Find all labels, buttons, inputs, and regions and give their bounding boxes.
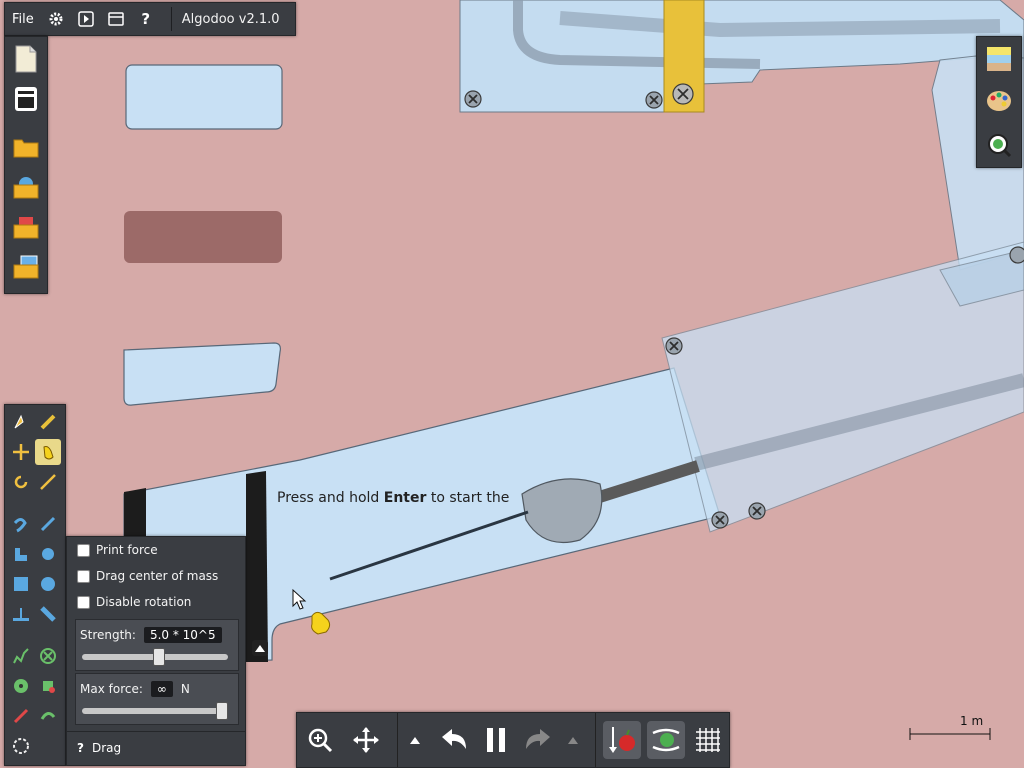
drag-hand-cursor xyxy=(311,611,331,635)
max-force-slider[interactable] xyxy=(82,702,228,720)
drag-center-of-mass-option[interactable]: Drag center of mass xyxy=(77,569,218,583)
help-icon[interactable]: ? xyxy=(77,741,84,755)
undo-icon[interactable] xyxy=(435,721,473,759)
max-force-value[interactable]: ∞ xyxy=(150,681,173,697)
scene-hint-text: Press and hold Enter to start the xyxy=(277,490,509,506)
sketch-tool-icon[interactable] xyxy=(8,409,34,435)
pan-icon[interactable] xyxy=(347,721,385,759)
polygon-tool-icon[interactable] xyxy=(8,541,34,567)
max-force-label: Max force: xyxy=(80,682,143,696)
tool-name-row: ? Drag xyxy=(77,741,121,755)
spring-tool-icon[interactable] xyxy=(8,643,34,669)
print-force-label: Print force xyxy=(96,543,158,557)
background-icon[interactable] xyxy=(984,43,1014,75)
grid-icon[interactable] xyxy=(689,721,727,759)
tool-name-label: Drag xyxy=(91,741,122,755)
brown-block[interactable] xyxy=(124,211,282,263)
app-title: Algodoo v2.1.0 xyxy=(181,11,280,27)
max-force-unit: N xyxy=(180,682,190,696)
menu-separator xyxy=(170,7,172,31)
zoom-icon[interactable] xyxy=(301,721,339,759)
window-icon[interactable] xyxy=(105,8,127,30)
toolbar-separator xyxy=(397,713,398,767)
circle-tool-icon[interactable] xyxy=(35,571,61,597)
chain-tool-icon[interactable] xyxy=(35,601,61,627)
tool-toolbar xyxy=(4,404,66,766)
print-force-checkbox[interactable] xyxy=(77,543,90,557)
drag-tool-icon[interactable] xyxy=(35,439,61,465)
algobox-folder-icon[interactable] xyxy=(11,171,41,203)
play-scene-icon[interactable] xyxy=(75,8,97,30)
folder-open-icon[interactable] xyxy=(11,131,41,163)
strength-slider[interactable] xyxy=(82,648,228,666)
toolbar-separator xyxy=(595,713,596,767)
simulation-toolbar xyxy=(296,712,730,768)
max-force-slider-thumb[interactable] xyxy=(216,702,228,720)
light-block-bottom[interactable] xyxy=(123,342,281,406)
brush-tool-icon[interactable] xyxy=(8,733,34,759)
hint-suffix: to start the xyxy=(426,490,510,506)
pause-icon[interactable] xyxy=(477,721,515,759)
rope-tool-icon[interactable] xyxy=(8,511,34,537)
hint-prefix: Press and hold xyxy=(277,490,384,506)
toolbox-icon[interactable] xyxy=(11,83,41,115)
speed-up-icon[interactable] xyxy=(401,721,429,759)
drag-center-of-mass-label: Drag center of mass xyxy=(96,569,219,583)
knife-tool-icon[interactable] xyxy=(35,511,61,537)
pen-tool-icon[interactable] xyxy=(35,409,61,435)
axle-tool-icon[interactable] xyxy=(8,673,34,699)
palette-icon[interactable] xyxy=(984,85,1014,117)
image-folder-icon[interactable] xyxy=(11,251,41,283)
thruster-tool-icon[interactable] xyxy=(35,703,61,729)
disable-rotation-label: Disable rotation xyxy=(96,595,192,609)
settings-icon[interactable] xyxy=(45,8,67,30)
strength-slider-thumb[interactable] xyxy=(153,648,165,666)
rotate-tool-icon[interactable] xyxy=(8,469,34,495)
strength-label: Strength: xyxy=(80,628,136,642)
scale-bar xyxy=(909,728,991,740)
zoom-fit-icon[interactable] xyxy=(984,129,1014,161)
scale-label: 1 m xyxy=(960,714,984,728)
light-block-top[interactable] xyxy=(125,64,283,130)
new-document-icon[interactable] xyxy=(11,43,41,75)
disable-rotation-option[interactable]: Disable rotation xyxy=(77,595,191,609)
air-friction-icon[interactable] xyxy=(647,721,685,759)
phunlet-folder-icon[interactable] xyxy=(11,211,41,243)
print-force-option[interactable]: Print force xyxy=(77,543,158,557)
strength-section: Strength: 5.0 * 10^5 xyxy=(75,619,239,671)
box-tool-icon[interactable] xyxy=(8,571,34,597)
menu-bar: File ? Algodoo v2.1.0 xyxy=(4,2,296,36)
right-toolbar xyxy=(976,36,1022,168)
tracer-tool-icon[interactable] xyxy=(35,673,61,699)
redo-icon[interactable] xyxy=(519,721,557,759)
speed-down-icon[interactable] xyxy=(559,721,587,759)
max-force-section: Max force: ∞ N xyxy=(75,673,239,725)
gravity-icon[interactable] xyxy=(603,721,641,759)
hint-key: Enter xyxy=(383,490,427,506)
disable-rotation-checkbox[interactable] xyxy=(77,595,90,609)
strength-value[interactable]: 5.0 * 10^5 xyxy=(143,627,222,643)
scale-tool-icon[interactable] xyxy=(35,469,61,495)
scene-toolbar xyxy=(4,36,48,294)
fixate-tool-icon[interactable] xyxy=(35,643,61,669)
help-icon[interactable]: ? xyxy=(135,8,157,30)
move-tool-icon[interactable] xyxy=(8,439,34,465)
file-menu[interactable]: File xyxy=(5,3,41,35)
drag-options-panel: Print force Drag center of mass Disable … xyxy=(66,536,246,766)
plane-tool-icon[interactable] xyxy=(8,601,34,627)
gear-tool-icon[interactable] xyxy=(35,541,61,567)
laser-tool-icon[interactable] xyxy=(8,703,34,729)
drag-center-of-mass-checkbox[interactable] xyxy=(77,569,90,583)
